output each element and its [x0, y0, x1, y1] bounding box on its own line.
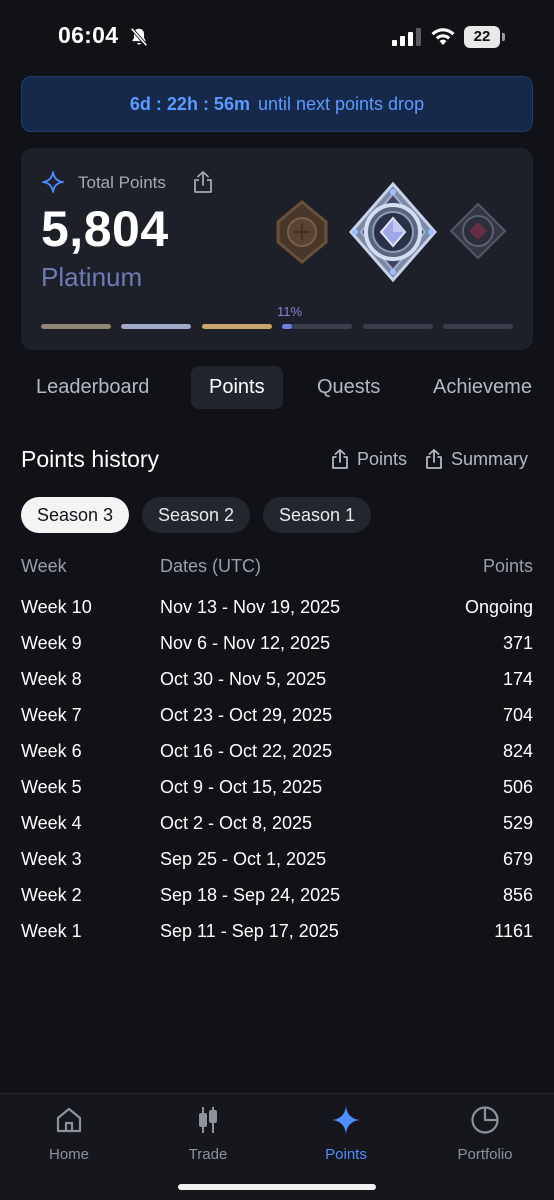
next-tier-badge-icon: [449, 202, 507, 260]
week-cell: Week 2: [21, 885, 82, 905]
battery-indicator: 22: [464, 26, 506, 48]
points-cell: 856: [502, 885, 533, 905]
dates-cell: Oct 23 - Oct 29, 2025: [160, 705, 333, 725]
week-cell: Week 6: [21, 741, 82, 761]
season-chip-1[interactable]: Season 1: [263, 497, 372, 533]
tab-quests[interactable]: Quests: [317, 366, 380, 409]
tier-progress-segment: [201, 324, 272, 329]
export-points-button[interactable]: Points: [330, 446, 407, 472]
season-chip-2[interactable]: Season 2: [142, 497, 251, 533]
points-history-title: Points history: [21, 446, 160, 472]
bell-muted-icon: [130, 27, 148, 47]
tier-progress-segment: [443, 324, 513, 329]
points-cell: 679: [502, 849, 533, 869]
points-cell: 704: [502, 705, 533, 725]
total-points-card: Total Points 5,804 Platinum 11%: [21, 148, 533, 350]
table-row: Week 5 Oct 9 - Oct 15, 2025 506: [21, 777, 533, 807]
points-cell: 174: [502, 669, 533, 689]
table-row: Week 6 Oct 16 - Oct 22, 2025 824: [21, 741, 533, 771]
table-row: Week 7 Oct 23 - Oct 29, 2025 704: [21, 705, 533, 735]
column-header-week: Week: [21, 556, 67, 576]
week-cell: Week 4: [21, 813, 82, 833]
bronze-tier-badge-icon: [276, 200, 328, 264]
dates-cell: Oct 9 - Oct 15, 2025: [160, 777, 323, 797]
table-row: Week 8 Oct 30 - Nov 5, 2025 174: [21, 669, 533, 699]
week-cell: Week 7: [21, 705, 82, 725]
pie-chart-icon: [471, 1106, 499, 1134]
tier-progress-segment: [41, 324, 111, 329]
nav-portfolio[interactable]: Portfolio: [435, 1104, 535, 1166]
week-cell: Week 9: [21, 633, 82, 653]
nav-portfolio-label: Portfolio: [457, 1146, 513, 1163]
points-cell: 371: [502, 633, 533, 653]
week-cell: Week 10: [21, 597, 92, 617]
countdown-time: 6d : 22h : 56m: [129, 93, 250, 114]
table-row: Week 4 Oct 2 - Oct 8, 2025 529: [21, 813, 533, 843]
table-row: Week 3 Sep 25 - Oct 1, 2025 679: [21, 849, 533, 879]
total-points-value: 5,804: [41, 201, 169, 257]
tier-progress-fill: [282, 324, 293, 329]
table-row: Week 9 Nov 6 - Nov 12, 2025 371: [21, 633, 533, 663]
tab-leaderboard[interactable]: Leaderboard: [36, 366, 149, 409]
points-cell: Ongoing: [464, 597, 533, 617]
dates-cell: Sep 11 - Sep 17, 2025: [160, 921, 339, 941]
points-cell: 1161: [494, 921, 533, 941]
tier-progress-segment: [121, 324, 192, 329]
nav-trade-label: Trade: [188, 1146, 228, 1163]
battery-level: 22: [464, 26, 500, 48]
table-row: Week 1 Sep 11 - Sep 17, 2025 1161: [21, 921, 533, 951]
tier-progress-segment: [282, 324, 353, 329]
week-cell: Week 5: [21, 777, 82, 797]
week-cell: Week 1: [21, 921, 82, 941]
week-cell: Week 8: [21, 669, 82, 689]
dates-cell: Oct 2 - Oct 8, 2025: [160, 813, 313, 833]
nav-points-label: Points: [325, 1146, 367, 1163]
dates-cell: Sep 25 - Oct 1, 2025: [160, 849, 327, 869]
wifi-icon: [431, 28, 455, 45]
section-tabs: Leaderboard Points Quests Achieveme: [21, 366, 554, 409]
nav-home-label: Home: [48, 1146, 89, 1163]
table-row: Week 10 Nov 13 - Nov 19, 2025 Ongoing: [21, 597, 533, 627]
column-header-dates: Dates (UTC): [160, 556, 262, 576]
share-icon: [426, 449, 442, 469]
dates-cell: Nov 6 - Nov 12, 2025: [160, 633, 331, 653]
points-cell: 824: [502, 741, 533, 761]
share-icon[interactable]: [192, 170, 214, 194]
tier-progress-segment: [362, 324, 433, 329]
dates-cell: Oct 30 - Nov 5, 2025: [160, 669, 327, 689]
export-summary-label: Summary: [451, 448, 529, 469]
export-points-label: Points: [357, 448, 408, 469]
points-cell: 529: [502, 813, 533, 833]
total-points-label: Total Points: [78, 173, 166, 192]
sparkle-icon: [332, 1106, 360, 1134]
home-icon: [56, 1107, 82, 1133]
battery-cap: [502, 33, 505, 41]
column-header-points: Points: [482, 556, 533, 576]
nav-points[interactable]: Points: [296, 1104, 396, 1166]
home-indicator: [178, 1184, 376, 1190]
tier-progress-percent: 11%: [277, 304, 303, 319]
tab-points[interactable]: Points: [191, 366, 283, 409]
export-summary-button[interactable]: Summary: [424, 446, 528, 472]
sparkle-icon: [42, 171, 64, 193]
points-cell: 506: [502, 777, 533, 797]
table-row: Week 2 Sep 18 - Sep 24, 2025 856: [21, 885, 533, 915]
platinum-tier-badge-icon: [349, 181, 437, 283]
dates-cell: Oct 16 - Oct 22, 2025: [160, 741, 333, 761]
points-drop-countdown-banner: 6d : 22h : 56m until next points drop: [21, 76, 533, 132]
tier-name: Platinum: [41, 262, 143, 292]
status-time: 06:04: [58, 22, 119, 48]
nav-home[interactable]: Home: [19, 1104, 119, 1166]
dates-cell: Sep 18 - Sep 24, 2025: [160, 885, 341, 905]
status-bar: 06:04 22: [0, 0, 554, 76]
trade-icon: [199, 1107, 217, 1133]
dates-cell: Nov 13 - Nov 19, 2025: [160, 597, 341, 617]
tab-achievements[interactable]: Achieveme: [433, 366, 532, 409]
share-icon: [332, 449, 348, 469]
countdown-text: until next points drop: [257, 93, 425, 114]
nav-trade[interactable]: Trade: [158, 1104, 258, 1166]
signal-icon: [392, 28, 421, 46]
season-chip-3[interactable]: Season 3: [21, 497, 130, 533]
week-cell: Week 3: [21, 849, 82, 869]
